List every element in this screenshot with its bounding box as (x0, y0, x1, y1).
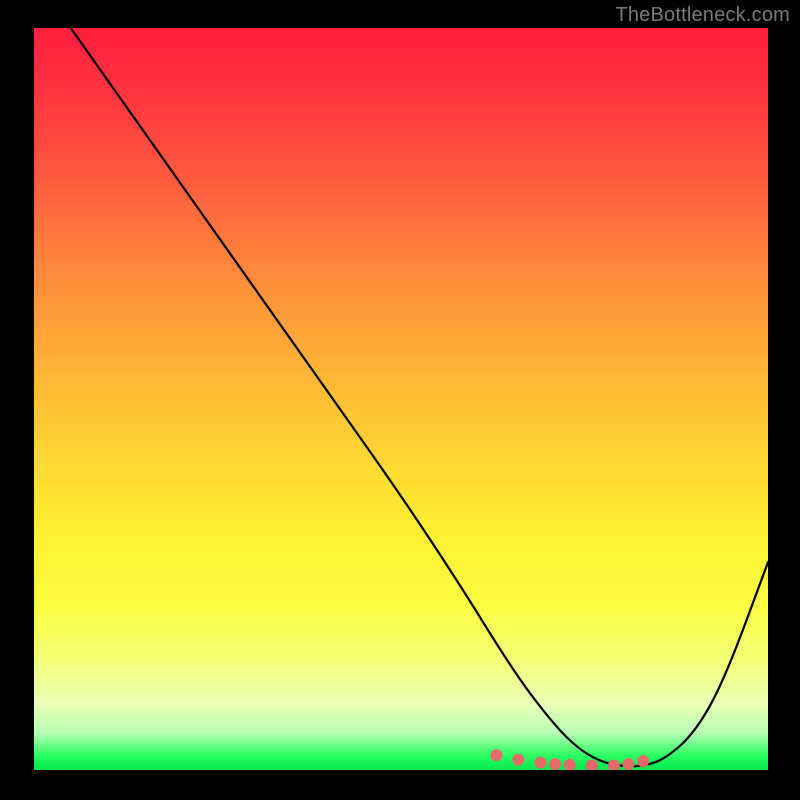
chart-curve (71, 28, 768, 766)
highlight-dot (564, 759, 576, 770)
highlight-dot (623, 758, 635, 770)
highlight-dot (608, 760, 620, 771)
chart-highlight-dots (490, 749, 649, 770)
highlight-dot (637, 755, 649, 767)
chart-svg (34, 28, 768, 770)
highlight-dot (535, 757, 547, 769)
highlight-dot (586, 760, 598, 771)
highlight-dot (512, 754, 524, 766)
watermark-text: TheBottleneck.com (615, 4, 790, 27)
highlight-dot (490, 749, 502, 761)
highlight-dot (549, 758, 561, 770)
chart-plot-area (34, 28, 768, 770)
